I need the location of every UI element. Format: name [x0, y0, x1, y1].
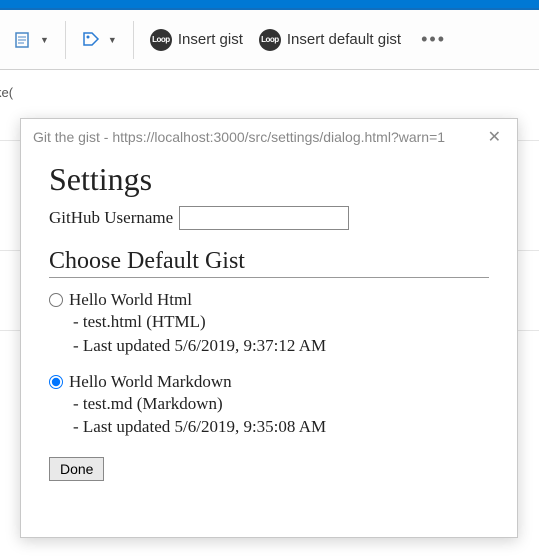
addin-logo-icon: Loop — [259, 29, 281, 51]
dialog-titlebar: Git the gist - https://localhost:3000/sr… — [21, 119, 517, 155]
insert-gist-button[interactable]: Loop Insert gist — [144, 25, 249, 55]
gist-file-line: - test.html (HTML) — [73, 310, 489, 334]
done-button[interactable]: Done — [49, 457, 104, 481]
chevron-down-icon: ▼ — [108, 35, 117, 45]
more-options-button[interactable]: ••• — [411, 25, 456, 54]
addin-logo-icon: Loop — [150, 29, 172, 51]
ribbon-separator — [65, 21, 66, 59]
username-label: GitHub Username — [49, 208, 173, 228]
dialog-title: Git the gist - https://localhost:3000/sr… — [33, 129, 445, 145]
insert-default-gist-button[interactable]: Loop Insert default gist — [253, 25, 407, 55]
username-field-row: GitHub Username — [49, 206, 489, 230]
gist-details: - test.html (HTML) - Last updated 5/6/20… — [73, 310, 489, 358]
ribbon-dropdown-1[interactable]: ▼ — [8, 27, 55, 53]
settings-dialog: Git the gist - https://localhost:3000/sr… — [20, 118, 518, 538]
ribbon-separator — [133, 21, 134, 59]
gist-updated-line: - Last updated 5/6/2019, 9:35:08 AM — [73, 415, 489, 439]
ribbon-dropdown-2[interactable]: ▼ — [76, 27, 123, 53]
choose-default-heading: Choose Default Gist — [49, 248, 489, 278]
chevron-down-icon: ▼ — [40, 35, 49, 45]
gist-name: Hello World Markdown — [69, 372, 232, 392]
gist-details: - test.md (Markdown) - Last updated 5/6/… — [73, 392, 489, 440]
gist-option: Hello World Html - test.html (HTML) - La… — [49, 290, 489, 358]
tag-icon — [82, 31, 100, 49]
gist-file-line: - test.md (Markdown) — [73, 392, 489, 416]
gist-updated-line: - Last updated 5/6/2019, 9:37:12 AM — [73, 334, 489, 358]
username-input[interactable] — [179, 206, 349, 230]
close-button[interactable]: ✕ — [482, 125, 507, 149]
background-text-fragment: ke( — [0, 85, 13, 100]
insert-gist-label: Insert gist — [178, 31, 243, 48]
gist-name: Hello World Html — [69, 290, 192, 310]
gist-radio-0[interactable] — [49, 293, 63, 307]
ellipsis-icon: ••• — [421, 29, 446, 49]
close-icon: ✕ — [488, 129, 501, 146]
page-icon — [14, 31, 32, 49]
insert-default-gist-label: Insert default gist — [287, 31, 401, 48]
gist-radio-1[interactable] — [49, 375, 63, 389]
gist-option: Hello World Markdown - test.md (Markdown… — [49, 372, 489, 440]
dialog-body: Settings GitHub Username Choose Default … — [21, 155, 517, 501]
window-accent-bar — [0, 0, 539, 10]
settings-heading: Settings — [49, 161, 489, 198]
ribbon-toolbar: ▼ ▼ Loop Insert gist Loop Insert default… — [0, 10, 539, 70]
